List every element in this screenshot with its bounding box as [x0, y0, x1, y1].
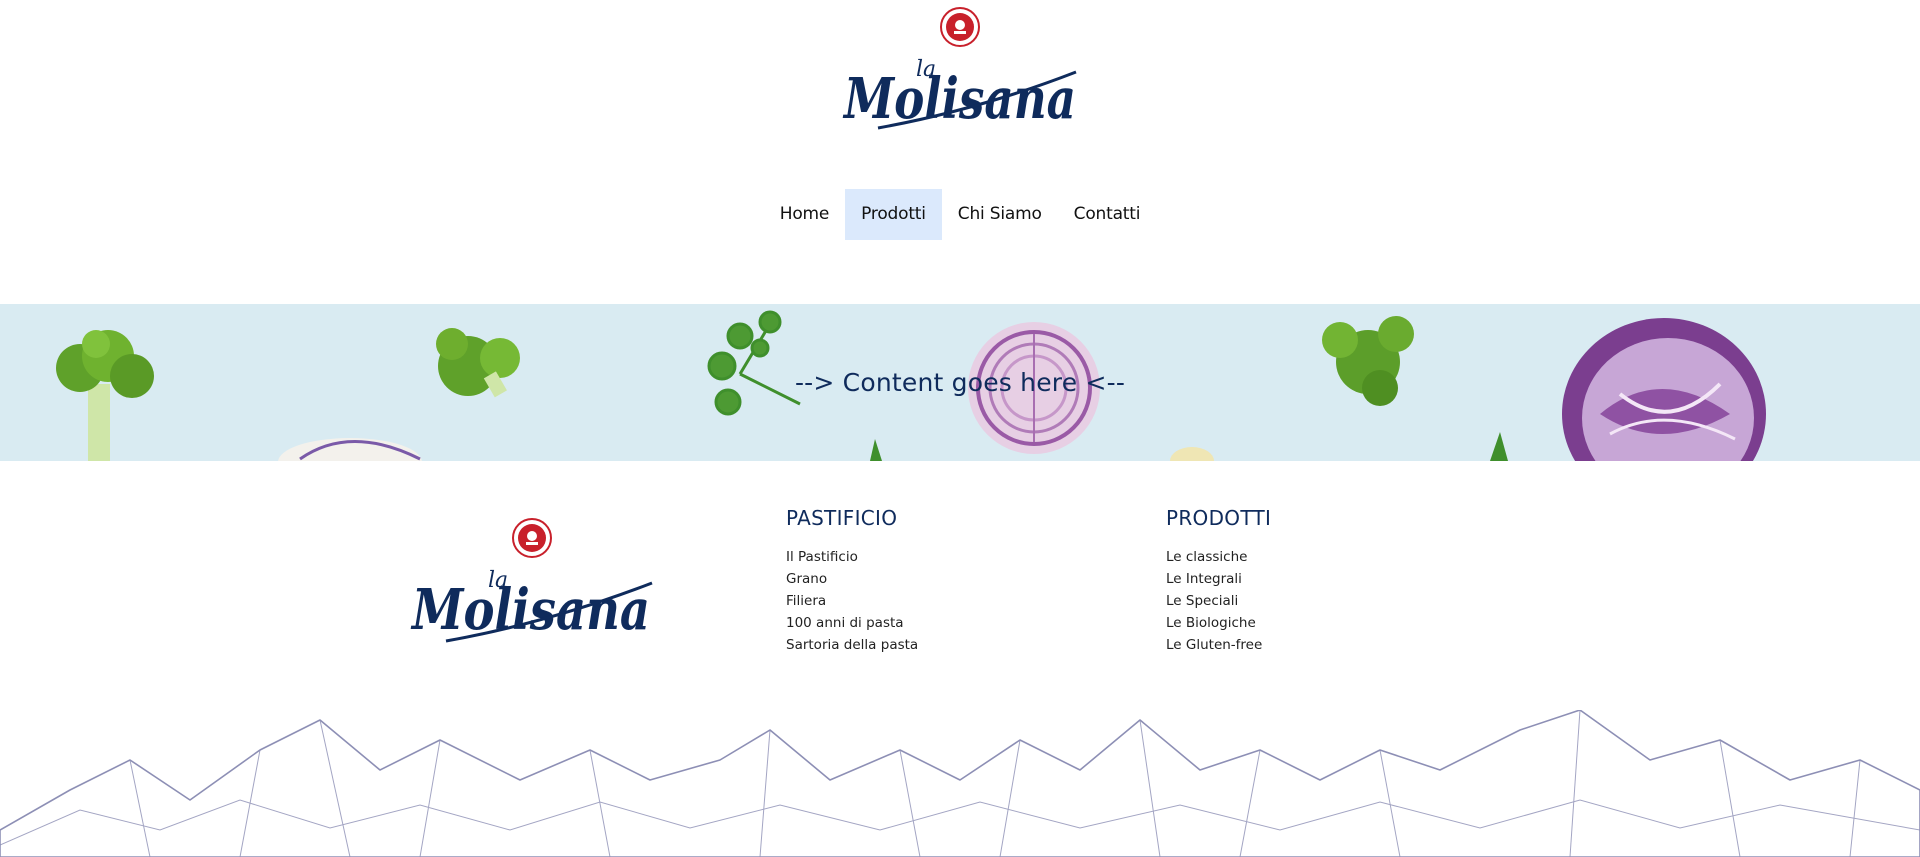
svg-text:Molisana: Molisana [842, 66, 1076, 132]
nav-contatti[interactable]: Contatti [1058, 189, 1157, 240]
la-molisana-logo[interactable]: la Molisana [838, 6, 1083, 136]
footer-link[interactable]: Le Speciali [1166, 590, 1271, 612]
nav-prodotti[interactable]: Prodotti [845, 189, 942, 240]
banner-text: --> Content goes here <-- [794, 368, 1126, 397]
la-molisana-footer-logo[interactable]: la Molisana [408, 517, 658, 647]
seal-icon [512, 518, 552, 558]
footer-link[interactable]: 100 anni di pasta [786, 612, 918, 634]
footer-link[interactable]: Grano [786, 568, 918, 590]
footer-column-title: PASTIFICIO [786, 506, 898, 530]
svg-text:Molisana: Molisana [410, 577, 650, 643]
artichoke-icon [1170, 447, 1214, 461]
nav-chi-siamo[interactable]: Chi Siamo [942, 189, 1058, 240]
footer-column-prodotti: PRODOTTI Le classiche Le Integrali Le Sp… [1166, 506, 1271, 656]
footer-link[interactable]: Il Pastificio [786, 546, 918, 568]
footer-link[interactable]: Le Biologiche [1166, 612, 1271, 634]
footer-link[interactable]: Le Integrali [1166, 568, 1271, 590]
mountains-illustration [0, 710, 1920, 857]
site-header: la Molisana Home Prodotti Chi Siamo Cont… [0, 0, 1920, 300]
footer-link[interactable]: Sartoria della pasta [786, 634, 918, 656]
hero-banner: --> Content goes here <-- [0, 304, 1920, 461]
main-nav: Home Prodotti Chi Siamo Contatti [0, 189, 1920, 240]
parsley-icon [707, 310, 801, 416]
footer-link[interactable]: Le classiche [1166, 546, 1271, 568]
nav-home[interactable]: Home [764, 189, 845, 240]
footer-link[interactable]: Le Gluten-free [1166, 634, 1271, 656]
footer-column-title: PRODOTTI [1166, 506, 1272, 530]
footer-link[interactable]: Filiera [786, 590, 918, 612]
footer-column-pastificio: PASTIFICIO Il Pastificio Grano Filiera 1… [786, 506, 918, 656]
cabbage-slice-icon [278, 438, 422, 461]
seal-icon [940, 7, 980, 47]
